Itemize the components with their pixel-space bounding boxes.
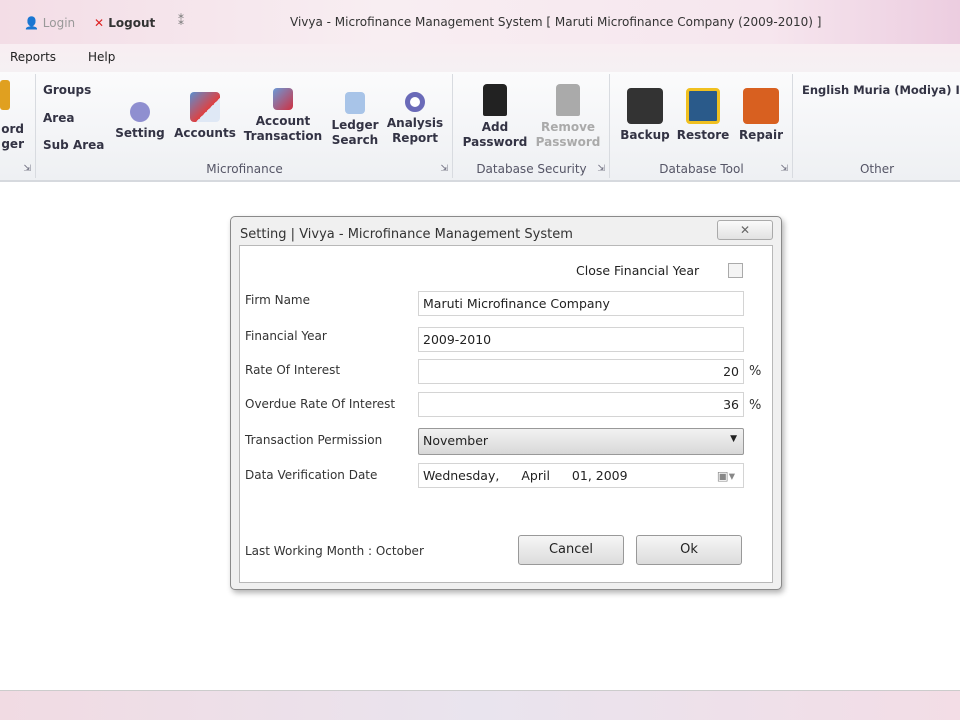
ribbon-group-microfinance: Groups Area Sub Area Setting Accounts Ac… <box>37 74 453 178</box>
close-financial-year-label: Close Financial Year <box>576 263 700 278</box>
area-button[interactable]: Area <box>43 111 74 125</box>
setting-button[interactable]: Setting <box>115 102 165 141</box>
ribbon-group-partial: ord ger ⇲ <box>0 74 36 178</box>
title-bar: 👤 Login ✕ Logout ⁑ Vivya - Microfinance … <box>0 0 960 44</box>
ribbon-group-database-tool: Backup Restore Repair Database Tool ⇲ <box>611 74 793 178</box>
restore-button[interactable]: Restore <box>675 88 731 143</box>
percent-sign: % <box>749 364 762 379</box>
repair-button[interactable]: Repair <box>733 88 789 143</box>
financial-year-label: Financial Year <box>245 329 327 343</box>
overdue-rate-label: Overdue Rate Of Interest <box>245 397 396 411</box>
lock-icon <box>483 84 507 116</box>
btn-line: Search <box>331 133 379 147</box>
rate-label: Rate Of Interest <box>245 363 341 377</box>
account-transaction-button[interactable]: Account Transaction <box>243 88 323 144</box>
financial-year-input[interactable]: 2009-2010 <box>418 327 744 352</box>
dialog-body: Close Financial Year Firm Name Maruti Mi… <box>239 245 773 583</box>
group-label: Database Tool <box>659 162 744 176</box>
remove-password-button[interactable]: Remove Password <box>532 84 604 150</box>
btn-line: Transaction <box>243 129 323 143</box>
btn-line: Ledger <box>331 118 379 132</box>
launcher-icon[interactable]: ⇲ <box>597 164 605 174</box>
backup-icon <box>627 88 663 124</box>
login-label: Login <box>42 16 76 30</box>
group-label: Database Security <box>476 162 587 176</box>
btn-line: ord <box>1 122 24 136</box>
status-bar <box>0 690 960 720</box>
percent-sign: % <box>749 398 762 413</box>
select-value: November <box>423 433 489 448</box>
ok-button[interactable]: Ok <box>636 535 742 565</box>
transaction-permission-label: Transaction Permission <box>245 433 383 447</box>
btn-label: Backup <box>620 128 670 142</box>
password-change-button[interactable]: ord ger <box>0 122 24 152</box>
login-button[interactable]: 👤 Login <box>24 16 75 30</box>
btn-line: Add <box>481 120 509 134</box>
window-title: Vivya - Microfinance Management System [… <box>290 15 822 29</box>
analysis-icon <box>405 92 425 112</box>
accounts-button[interactable]: Accounts <box>173 92 237 141</box>
dialog-title: Setting | Vivya - Microfinance Managemen… <box>240 227 573 242</box>
launcher-icon[interactable]: ⇲ <box>780 164 788 174</box>
btn-line: Remove <box>540 120 596 134</box>
backup-button[interactable]: Backup <box>617 88 673 143</box>
ledger-search-button[interactable]: Ledger Search <box>327 92 383 148</box>
menu-bar: Reports Help <box>0 44 960 72</box>
btn-line: Analysis <box>386 116 444 130</box>
key-icon <box>0 80 10 110</box>
btn-line: Password <box>535 135 601 149</box>
accounts-icon <box>190 92 220 122</box>
btn-label: Setting <box>115 126 165 140</box>
transaction-icon <box>273 88 293 110</box>
menu-reports[interactable]: Reports <box>10 50 56 64</box>
btn-line: Report <box>392 131 438 145</box>
date-month: April <box>521 468 550 483</box>
group-label: Other <box>859 162 895 176</box>
close-button[interactable]: ✕ <box>717 220 773 240</box>
btn-label: Restore <box>676 128 730 142</box>
unlock-icon <box>556 84 580 116</box>
group-label: Microfinance <box>206 162 283 176</box>
ribbon-group-database-security: Add Password Remove Password Database Secu… <box>454 74 610 178</box>
date-rest: 01, 2009 <box>571 468 628 483</box>
close-financial-year-checkbox[interactable] <box>728 263 743 278</box>
analysis-report-button[interactable]: Analysis Report <box>385 92 445 146</box>
btn-line: Account <box>255 114 311 128</box>
firm-name-input[interactable]: Maruti Microfinance Company <box>418 291 744 316</box>
close-icon: ✕ <box>739 223 751 237</box>
last-working-month: Last Working Month : October <box>245 544 424 558</box>
menu-help[interactable]: Help <box>88 50 115 64</box>
overdue-rate-input[interactable]: 36 <box>418 392 744 417</box>
firm-name-label: Firm Name <box>245 293 310 307</box>
rate-input[interactable]: 20 <box>418 359 744 384</box>
ledger-icon <box>345 92 365 114</box>
btn-label: Accounts <box>174 126 236 140</box>
launcher-icon[interactable]: ⇲ <box>440 164 448 174</box>
logout-button[interactable]: ✕ Logout <box>94 16 155 30</box>
x-icon: ✕ <box>94 16 105 30</box>
cancel-button[interactable]: Cancel <box>518 535 624 565</box>
repair-icon <box>743 88 779 124</box>
setting-icon <box>130 102 150 122</box>
transaction-permission-select[interactable]: November ▼ <box>418 428 744 455</box>
settings-dialog: Setting | Vivya - Microfinance Managemen… <box>230 216 782 590</box>
groups-button[interactable]: Groups <box>43 83 91 97</box>
chevron-down-icon: ▼ <box>730 434 737 444</box>
calendar-icon[interactable]: ▣▾ <box>717 468 735 483</box>
logout-label: Logout <box>108 16 156 30</box>
btn-label: Repair <box>738 128 784 142</box>
add-password-button[interactable]: Add Password <box>458 84 532 150</box>
btn-line: Password <box>462 135 528 149</box>
launcher-icon[interactable]: ⇲ <box>23 164 31 174</box>
date-day: Wednesday, <box>423 468 500 483</box>
restore-icon <box>686 88 720 124</box>
ribbon-group-other: English Muria (Modiya) I Other <box>794 74 960 178</box>
sub-area-button[interactable]: Sub Area <box>43 138 104 152</box>
language-selector[interactable]: English Muria (Modiya) I <box>802 83 960 97</box>
btn-line: ger <box>1 137 24 151</box>
quick-access-dropdown[interactable]: ⁑ <box>178 14 184 28</box>
verification-date-label: Data Verification Date <box>245 468 378 482</box>
verification-date-picker[interactable]: Wednesday, April 01, 2009 ▣▾ <box>418 463 744 488</box>
ribbon: ord ger ⇲ Groups Area Sub Area Setting Ac… <box>0 72 960 182</box>
